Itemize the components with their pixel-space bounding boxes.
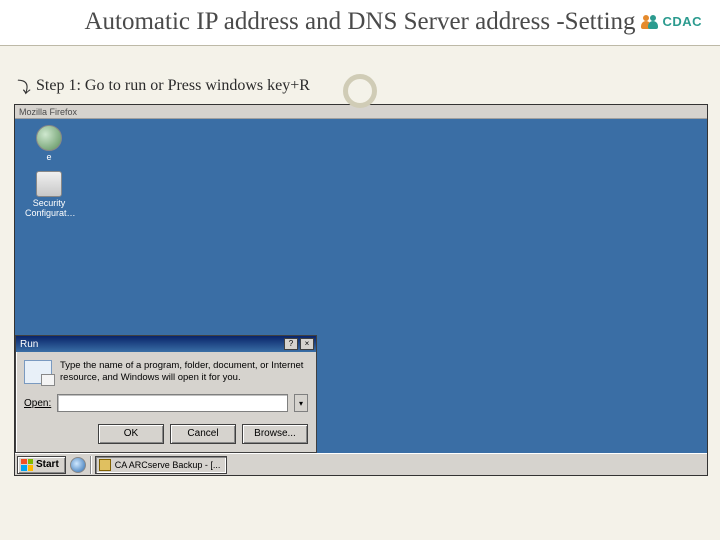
embedded-screenshot: Mozilla Firefox e Security Configurat… R… bbox=[14, 104, 708, 476]
taskbar-app-button[interactable]: CA ARCserve Backup - [... bbox=[95, 456, 228, 474]
desktop-icon-label: e bbox=[25, 153, 73, 163]
quicklaunch-ie-icon[interactable] bbox=[70, 457, 86, 473]
run-dialog-title: Run bbox=[20, 339, 38, 350]
app-title: Mozilla Firefox bbox=[19, 107, 77, 117]
start-label: Start bbox=[36, 459, 59, 470]
desktop-area[interactable]: e Security Configurat… Run ? × bbox=[15, 119, 707, 453]
slide-title: Automatic IP address and DNS Server addr… bbox=[20, 6, 700, 37]
bullet-glyph-icon: ⤵ bbox=[14, 74, 30, 98]
ok-button[interactable]: OK bbox=[98, 424, 164, 444]
start-button[interactable]: Start bbox=[17, 456, 66, 474]
arcserve-icon bbox=[99, 459, 111, 471]
slide-body: ⤵ Step 1: Go to run or Press windows key… bbox=[0, 46, 720, 486]
run-description: Type the name of a program, folder, docu… bbox=[60, 360, 308, 384]
title-area: Automatic IP address and DNS Server addr… bbox=[0, 0, 720, 46]
windows-flag-icon bbox=[21, 459, 33, 471]
help-button[interactable]: ? bbox=[284, 338, 298, 350]
run-app-icon bbox=[24, 360, 52, 384]
desktop-icon-security[interactable]: Security Configurat… bbox=[25, 171, 73, 219]
taskbar-app-label: CA ARCserve Backup - [... bbox=[115, 460, 221, 470]
open-label: Open: bbox=[24, 398, 51, 409]
desktop-icon-label: Security Configurat… bbox=[25, 199, 73, 219]
browse-button[interactable]: Browse... bbox=[242, 424, 308, 444]
close-button[interactable]: × bbox=[300, 338, 314, 350]
run-dialog-body: Type the name of a program, folder, docu… bbox=[16, 352, 316, 452]
cancel-button[interactable]: Cancel bbox=[170, 424, 236, 444]
desktop-icon-ie[interactable]: e bbox=[25, 125, 73, 163]
run-dialog-titlebar[interactable]: Run ? × bbox=[16, 336, 316, 352]
shield-icon bbox=[36, 171, 62, 197]
open-input[interactable] bbox=[57, 394, 288, 412]
bullet-text: Step 1: Go to run or Press windows key+R bbox=[36, 77, 310, 95]
decorative-ring-icon bbox=[343, 74, 377, 108]
taskbar-separator bbox=[90, 456, 91, 474]
cdac-logo: CDAC bbox=[641, 14, 702, 29]
globe-icon bbox=[36, 125, 62, 151]
taskbar[interactable]: Start CA ARCserve Backup - [... bbox=[15, 453, 707, 475]
slide: Automatic IP address and DNS Server addr… bbox=[0, 0, 720, 540]
run-dialog: Run ? × Type the name of a program, fold… bbox=[15, 335, 317, 453]
open-dropdown-button[interactable]: ▾ bbox=[294, 394, 308, 412]
logo-text: CDAC bbox=[662, 14, 702, 29]
logo-people-icon bbox=[641, 15, 658, 29]
